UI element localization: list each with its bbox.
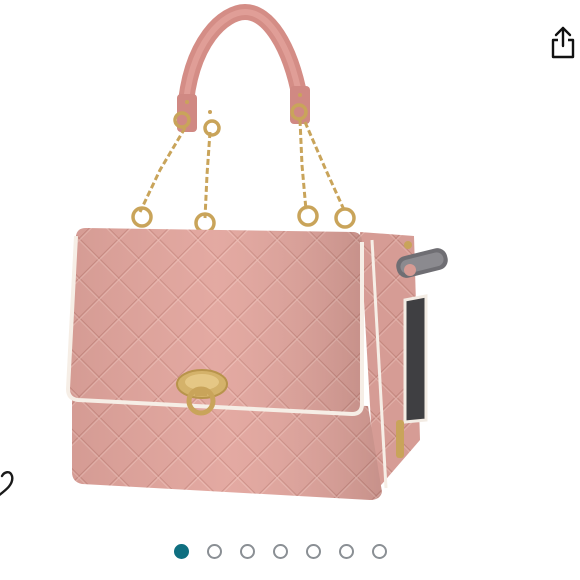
- pagination-dot-2[interactable]: [207, 544, 222, 559]
- pagination-dot-4[interactable]: [273, 544, 288, 559]
- pagination-dot-5[interactable]: [306, 544, 321, 559]
- product-image-gallery[interactable]: [0, 0, 580, 580]
- pagination-dot-3[interactable]: [240, 544, 255, 559]
- share-button[interactable]: [545, 22, 580, 62]
- heart-icon[interactable]: [0, 462, 18, 502]
- image-pagination: [0, 540, 580, 564]
- product-image-quilted-pink-bag[interactable]: [0, 0, 580, 530]
- share-icon: [551, 26, 575, 59]
- pagination-dot-7[interactable]: [372, 544, 387, 559]
- pagination-dot-6[interactable]: [339, 544, 354, 559]
- pagination-dot-1[interactable]: [174, 544, 189, 559]
